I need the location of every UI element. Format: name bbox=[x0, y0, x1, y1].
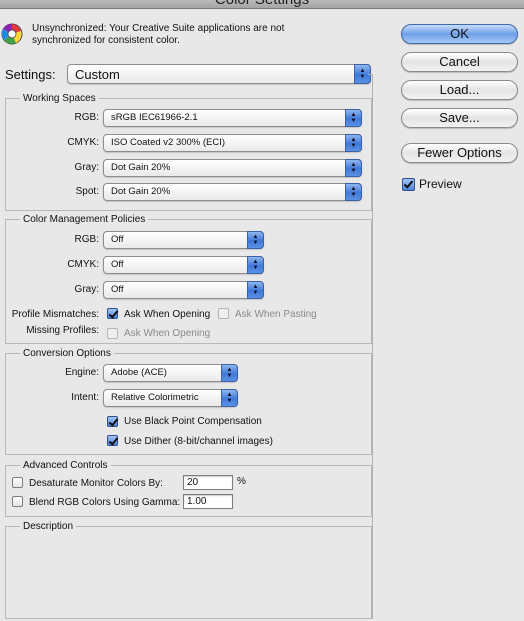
settings-label: Settings: bbox=[5, 67, 56, 82]
engine-select[interactable]: Adobe (ACE) ▲ ▼ bbox=[103, 364, 238, 382]
chevron-updown-icon: ▲ ▼ bbox=[345, 183, 362, 201]
policy-rgb-value: Off bbox=[111, 234, 124, 245]
ws-spot-select[interactable]: Dot Gain 20% ▲ ▼ bbox=[103, 183, 362, 201]
intent-label: Intent: bbox=[71, 392, 99, 403]
intent-value: Relative Colorimetric bbox=[111, 392, 199, 403]
missing-ask-opening-label: Ask When Opening bbox=[124, 328, 211, 339]
blend-gamma-checkbox[interactable] bbox=[12, 496, 23, 507]
preview-label: Preview bbox=[419, 177, 462, 191]
ws-gray-select[interactable]: Dot Gain 20% ▲ ▼ bbox=[103, 159, 362, 177]
ws-cmyk-label: CMYK: bbox=[67, 137, 99, 148]
preview-checkbox[interactable] bbox=[402, 178, 415, 191]
policy-rgb-label: RGB: bbox=[74, 234, 99, 245]
advanced-group bbox=[5, 465, 372, 517]
chevron-updown-icon: ▲ ▼ bbox=[221, 364, 238, 382]
policies-title: Color Management Policies bbox=[20, 214, 149, 225]
black-point-label: Use Black Point Compensation bbox=[124, 416, 262, 427]
engine-value: Adobe (ACE) bbox=[111, 367, 167, 378]
dither-label: Use Dither (8-bit/channel images) bbox=[124, 436, 273, 447]
window-title: Color Settings bbox=[0, 0, 524, 8]
divider bbox=[372, 74, 373, 619]
chevron-updown-icon: ▲ ▼ bbox=[345, 159, 362, 177]
description-title: Description bbox=[20, 521, 77, 532]
policy-gray-label: Gray: bbox=[74, 284, 99, 295]
ws-rgb-value: sRGB IEC61966-2.1 bbox=[111, 112, 198, 123]
engine-label: Engine: bbox=[65, 367, 99, 378]
desaturate-label: Desaturate Monitor Colors By: bbox=[29, 478, 163, 489]
cancel-button[interactable]: Cancel bbox=[401, 52, 518, 72]
save-button[interactable]: Save... bbox=[401, 108, 518, 128]
settings-value: Custom bbox=[75, 67, 120, 82]
mismatch-ask-opening-label: Ask When Opening bbox=[124, 309, 211, 320]
intent-select[interactable]: Relative Colorimetric ▲ ▼ bbox=[103, 389, 238, 407]
chevron-updown-icon: ▲ ▼ bbox=[345, 134, 362, 152]
chevron-updown-icon: ▲ ▼ bbox=[247, 256, 264, 274]
mismatch-ask-pasting-label: Ask When Pasting bbox=[235, 309, 317, 320]
settings-select[interactable]: Custom ▲ ▼ bbox=[67, 64, 371, 84]
chevron-updown-icon: ▲ ▼ bbox=[247, 281, 264, 299]
color-wheel-icon bbox=[1, 23, 23, 45]
title-bar: Color Settings bbox=[0, 0, 524, 9]
missing-ask-opening-checkbox[interactable] bbox=[107, 328, 118, 339]
blend-gamma-label: Blend RGB Colors Using Gamma: bbox=[29, 497, 181, 508]
blend-gamma-input[interactable]: 1.00 bbox=[183, 494, 233, 509]
ws-cmyk-select[interactable]: ISO Coated v2 300% (ECI) ▲ ▼ bbox=[103, 134, 362, 152]
desaturate-input[interactable]: 20 bbox=[183, 475, 233, 490]
mismatch-ask-opening-checkbox[interactable] bbox=[107, 308, 118, 319]
chevron-updown-icon: ▲ ▼ bbox=[345, 109, 362, 127]
policy-cmyk-select[interactable]: Off ▲ ▼ bbox=[103, 256, 264, 274]
chevron-updown-icon: ▲ ▼ bbox=[247, 231, 264, 249]
policy-rgb-select[interactable]: Off ▲ ▼ bbox=[103, 231, 264, 249]
policy-gray-value: Off bbox=[111, 284, 124, 295]
ws-spot-label: Spot: bbox=[75, 186, 99, 197]
ws-gray-label: Gray: bbox=[74, 162, 99, 173]
advanced-title: Advanced Controls bbox=[20, 460, 111, 471]
working-spaces-title: Working Spaces bbox=[20, 93, 99, 104]
ws-cmyk-value: ISO Coated v2 300% (ECI) bbox=[111, 137, 226, 148]
policy-cmyk-label: CMYK: bbox=[67, 259, 99, 270]
chevron-updown-icon: ▲ ▼ bbox=[221, 389, 238, 407]
conversion-title: Conversion Options bbox=[20, 348, 114, 359]
profile-mismatches-label: Profile Mismatches: bbox=[11, 309, 99, 320]
ok-button[interactable]: OK bbox=[401, 24, 518, 44]
ws-gray-value: Dot Gain 20% bbox=[111, 162, 171, 173]
ws-rgb-label: RGB: bbox=[74, 112, 99, 123]
sync-status-message: Unsynchronized: Your Creative Suite appl… bbox=[32, 23, 285, 46]
mismatch-ask-pasting-checkbox[interactable] bbox=[218, 308, 229, 319]
load-button[interactable]: Load... bbox=[401, 80, 518, 100]
ws-spot-value: Dot Gain 20% bbox=[111, 186, 171, 197]
dither-checkbox[interactable] bbox=[107, 435, 118, 446]
description-box bbox=[5, 526, 372, 619]
policy-gray-select[interactable]: Off ▲ ▼ bbox=[103, 281, 264, 299]
desaturate-unit: % bbox=[237, 476, 246, 487]
desaturate-checkbox[interactable] bbox=[12, 477, 23, 488]
fewer-options-button[interactable]: Fewer Options bbox=[401, 143, 518, 163]
policy-cmyk-value: Off bbox=[111, 259, 124, 270]
black-point-checkbox[interactable] bbox=[107, 416, 118, 427]
missing-profiles-label: Missing Profiles: bbox=[26, 325, 99, 336]
ws-rgb-select[interactable]: sRGB IEC61966-2.1 ▲ ▼ bbox=[103, 109, 362, 127]
